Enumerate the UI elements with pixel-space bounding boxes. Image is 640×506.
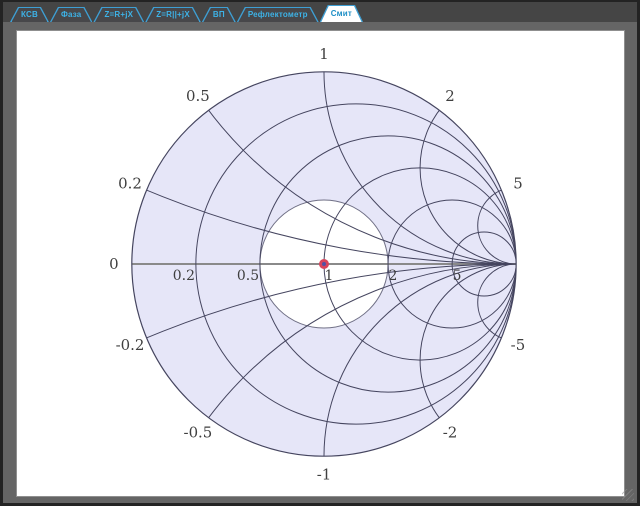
tab-smit[interactable]: Смит bbox=[320, 5, 363, 22]
chart-panel: 1 0.5 0.2 0 -0.2 -0.5 -1 -2 -5 5 2 0.2 0.5 1 2 5 bbox=[16, 30, 625, 497]
perimeter-label-0: 0 bbox=[109, 255, 119, 273]
perimeter-label--0.5: -0.5 bbox=[184, 423, 213, 441]
app-window: КСВФазаZ=R+jXZ=R||+jXВПРефлектометрСмит … bbox=[0, 0, 640, 506]
perimeter-label-0.5: 0.5 bbox=[186, 87, 210, 105]
tab-vp[interactable]: ВП bbox=[202, 7, 236, 22]
perimeter-label-5: 5 bbox=[513, 174, 523, 192]
tab-ksv[interactable]: КСВ bbox=[10, 7, 49, 22]
tab-faza[interactable]: Фаза bbox=[50, 7, 93, 22]
tab-z-series[interactable]: Z=R+jX bbox=[93, 7, 144, 22]
tab-label: Смит bbox=[320, 5, 363, 22]
tab-label: Рефлектометр bbox=[237, 7, 319, 22]
tab-label: КСВ bbox=[10, 7, 49, 22]
tab-label: Фаза bbox=[50, 7, 93, 22]
perimeter-label-1: 1 bbox=[319, 45, 329, 63]
tab-reflektometr[interactable]: Рефлектометр bbox=[237, 7, 319, 22]
axis-label-0.2: 0.2 bbox=[173, 268, 195, 284]
tab-label: ВП bbox=[202, 7, 236, 22]
axis-label-2: 2 bbox=[389, 268, 398, 284]
tab-z-parallel[interactable]: Z=R||+jX bbox=[145, 7, 201, 22]
perimeter-label-2: 2 bbox=[445, 87, 455, 105]
tab-label: Z=R+jX bbox=[93, 7, 144, 22]
axis-label-5: 5 bbox=[453, 268, 462, 284]
perimeter-label-0.2: 0.2 bbox=[118, 174, 142, 192]
tab-label: Z=R||+jX bbox=[145, 7, 201, 22]
tab-bar: КСВФазаZ=R+jXZ=R||+jXВПРефлектометрСмит bbox=[3, 2, 637, 22]
resize-grip-icon[interactable] bbox=[622, 489, 634, 501]
smith-chart: 1 0.5 0.2 0 -0.2 -0.5 -1 -2 -5 5 2 0.2 0.5 1 2 5 bbox=[17, 31, 624, 496]
perimeter-label--1: -1 bbox=[317, 465, 332, 483]
perimeter-label--0.2: -0.2 bbox=[116, 336, 145, 354]
marker-dot-center bbox=[322, 262, 326, 266]
axis-label-0.5: 0.5 bbox=[237, 268, 259, 284]
axis-label-1: 1 bbox=[325, 268, 334, 284]
perimeter-label--5: -5 bbox=[511, 336, 526, 354]
perimeter-label--2: -2 bbox=[443, 423, 458, 441]
